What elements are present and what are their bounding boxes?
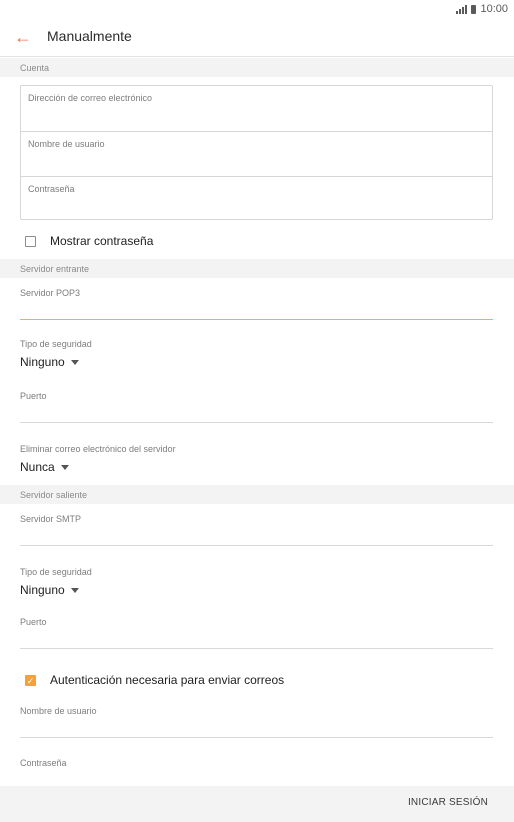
show-password-checkbox[interactable]	[25, 235, 36, 247]
smtp-username-label: Nombre de usuario	[20, 706, 97, 716]
show-password-row[interactable]: Mostrar contraseña	[25, 234, 153, 248]
pop3-server-label: Servidor POP3	[20, 288, 81, 298]
battery-icon	[471, 4, 477, 14]
smtp-password-label: Contraseña	[20, 758, 67, 768]
show-password-label: Mostrar contraseña	[50, 234, 154, 248]
app-bar: ← Manualmente	[0, 20, 514, 57]
smtp-server-label: Servidor SMTP	[20, 514, 82, 524]
incoming-port-input[interactable]	[20, 422, 493, 423]
outgoing-security-value: Ninguno	[20, 583, 65, 597]
section-title: Servidor entrante	[20, 264, 90, 274]
outgoing-security-label: Tipo de seguridad	[20, 567, 92, 577]
section-header-outgoing: Servidor saliente	[0, 485, 514, 504]
smtp-username-input[interactable]	[20, 737, 493, 738]
smtp-server-input[interactable]	[20, 545, 493, 546]
page-title: Manualmente	[47, 28, 132, 44]
incoming-security-dropdown[interactable]: Ninguno	[20, 355, 79, 369]
section-title: Servidor saliente	[20, 490, 88, 500]
account-fields-box: Dirección de correo electrónico Nombre d…	[20, 85, 493, 220]
bottom-action-bar: INICIAR SESIÓN	[0, 786, 514, 822]
dropdown-caret-icon	[60, 465, 69, 470]
status-bar: 10:00	[0, 0, 514, 20]
section-header-incoming: Servidor entrante	[0, 259, 514, 278]
account-password-field[interactable]: Contraseña	[21, 176, 492, 221]
outgoing-port-input[interactable]	[20, 648, 493, 649]
section-title: Cuenta	[20, 63, 50, 73]
dropdown-caret-icon	[70, 360, 79, 365]
auth-required-checkbox[interactable]: ✓	[25, 674, 36, 686]
auth-required-row[interactable]: ✓ Autenticación necesaria para enviar co…	[25, 673, 284, 687]
login-button[interactable]: INICIAR SESIÓN	[408, 797, 488, 808]
auth-required-label: Autenticación necesaria para enviar corr…	[50, 673, 285, 687]
signal-icon	[456, 4, 468, 14]
delete-from-server-label: Eliminar correo electrónico del servidor	[20, 444, 176, 454]
outgoing-security-dropdown[interactable]: Ninguno	[20, 583, 79, 597]
delete-from-server-dropdown[interactable]: Nunca	[20, 460, 69, 474]
dropdown-caret-icon	[70, 588, 79, 593]
password-label: Contraseña	[28, 184, 75, 194]
section-header-account: Cuenta	[0, 58, 514, 77]
outgoing-port-label: Puerto	[20, 617, 47, 627]
email-field[interactable]: Dirección de correo electrónico	[21, 86, 492, 131]
back-arrow-icon[interactable]: ←	[12, 26, 34, 48]
account-username-field[interactable]: Nombre de usuario	[21, 131, 492, 176]
status-icons: 10:00	[456, 3, 508, 15]
username-label: Nombre de usuario	[28, 139, 105, 149]
incoming-security-label: Tipo de seguridad	[20, 339, 92, 349]
status-time: 10:00	[480, 3, 508, 15]
email-label: Dirección de correo electrónico	[28, 93, 153, 103]
pop3-server-input[interactable]	[20, 319, 493, 320]
delete-from-server-value: Nunca	[20, 460, 55, 474]
incoming-security-value: Ninguno	[20, 355, 65, 369]
incoming-port-label: Puerto	[20, 391, 47, 401]
